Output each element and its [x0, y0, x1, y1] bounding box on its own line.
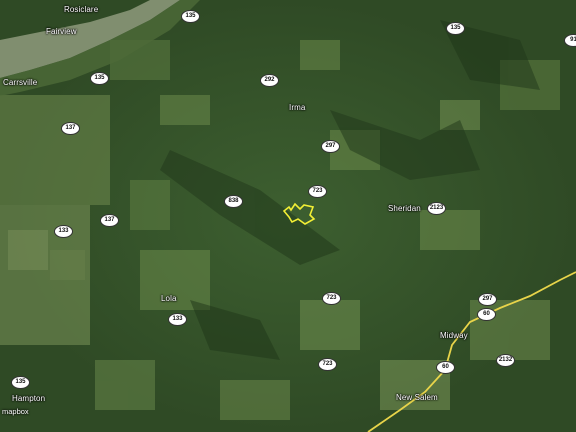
mapbox-attribution[interactable]: mapbox	[2, 407, 29, 416]
route-shield: 297	[321, 140, 340, 153]
place-label-carrsville: Carrsville	[3, 78, 38, 87]
place-label-fairview: Fairview	[46, 27, 77, 36]
route-shield: 135	[181, 10, 200, 23]
route-shield: 2132	[496, 354, 515, 367]
place-label-new-salem: New Salem	[396, 393, 438, 402]
route-shield: 137	[61, 122, 80, 135]
place-label-sheridan: Sheridan	[388, 204, 421, 213]
route-shield: 137	[100, 214, 119, 227]
route-shield: 723	[308, 185, 327, 198]
route-shield: 60	[436, 361, 455, 374]
route-shield: 91	[564, 34, 576, 47]
route-shield: 2123	[427, 202, 446, 215]
place-label-hampton: Hampton	[12, 394, 46, 403]
place-label-irma: Irma	[289, 103, 306, 112]
place-label-rosiclare: Rosiclare	[64, 5, 99, 14]
route-shield: 135	[446, 22, 465, 35]
satellite-imagery	[0, 0, 576, 432]
route-shield: 297	[478, 293, 497, 306]
route-shield: 838	[224, 195, 243, 208]
route-shield: 135	[90, 72, 109, 85]
route-shield: 723	[318, 358, 337, 371]
route-shield: 60	[477, 308, 496, 321]
route-shield: 292	[260, 74, 279, 87]
route-shield: 133	[54, 225, 73, 238]
satellite-map[interactable]: Rosiclare Fairview Carrsville Irma Sheri…	[0, 0, 576, 432]
route-shield: 135	[11, 376, 30, 389]
place-label-midway: Midway	[440, 331, 468, 340]
place-label-lola: Lola	[161, 294, 177, 303]
route-shield: 133	[168, 313, 187, 326]
route-shield: 723	[322, 292, 341, 305]
